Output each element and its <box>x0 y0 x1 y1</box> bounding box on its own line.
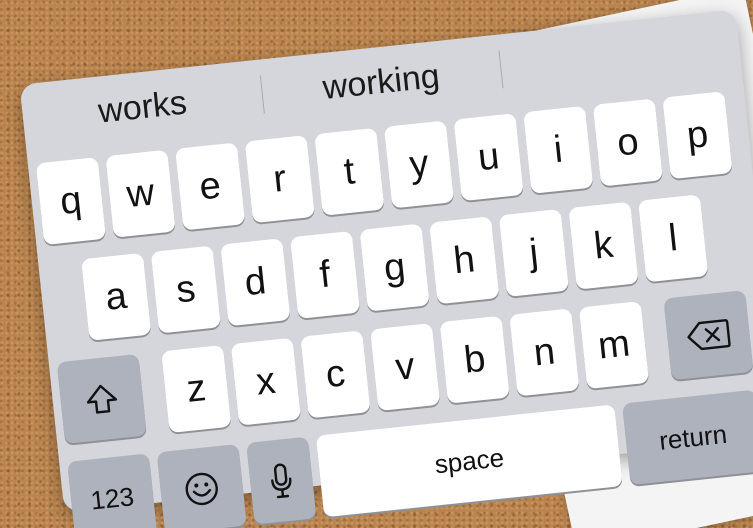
suggestion-2[interactable]: working <box>258 35 504 130</box>
key-p[interactable]: p <box>662 91 733 180</box>
suggestion-1[interactable]: works <box>19 60 265 155</box>
emoji-key[interactable] <box>156 443 247 528</box>
key-f[interactable]: f <box>289 230 361 319</box>
key-e[interactable]: e <box>175 142 246 231</box>
key-c[interactable]: c <box>300 330 371 419</box>
key-k[interactable]: k <box>568 201 639 290</box>
stage: works working q w e r t y u i o p a s d … <box>0 0 753 528</box>
key-m[interactable]: m <box>578 301 650 390</box>
key-a[interactable]: a <box>81 252 152 341</box>
key-s[interactable]: s <box>150 245 221 334</box>
space-key[interactable]: space <box>315 404 623 518</box>
key-q[interactable]: q <box>35 157 107 246</box>
key-t[interactable]: t <box>314 127 385 216</box>
key-u[interactable]: u <box>453 113 524 202</box>
return-key[interactable]: return <box>622 389 753 486</box>
microphone-key[interactable] <box>246 436 317 525</box>
ios-keyboard: works working q w e r t y u i o p a s d … <box>19 9 753 528</box>
key-n[interactable]: n <box>509 308 580 397</box>
key-b[interactable]: b <box>439 315 510 404</box>
shift-key[interactable] <box>56 353 147 444</box>
emoji-smiley-icon <box>182 469 222 509</box>
delete-backspace-icon <box>685 317 732 353</box>
key-r[interactable]: r <box>244 135 315 224</box>
microphone-icon <box>266 460 296 501</box>
key-h[interactable]: h <box>429 216 500 305</box>
key-w[interactable]: w <box>105 149 176 238</box>
shift-arrow-icon <box>83 380 120 417</box>
key-i[interactable]: i <box>523 105 594 194</box>
key-j[interactable]: j <box>498 208 570 297</box>
suggestion-3[interactable] <box>497 10 743 105</box>
key-y[interactable]: y <box>383 120 455 209</box>
key-v[interactable]: v <box>369 323 441 412</box>
key-z[interactable]: z <box>161 344 232 434</box>
delete-key[interactable] <box>663 290 753 381</box>
key-l[interactable]: l <box>638 194 709 283</box>
key-o[interactable]: o <box>592 98 663 187</box>
numbers-key[interactable]: 123 <box>67 453 158 528</box>
key-x[interactable]: x <box>230 337 301 426</box>
key-g[interactable]: g <box>359 223 430 312</box>
key-d[interactable]: d <box>220 238 291 327</box>
